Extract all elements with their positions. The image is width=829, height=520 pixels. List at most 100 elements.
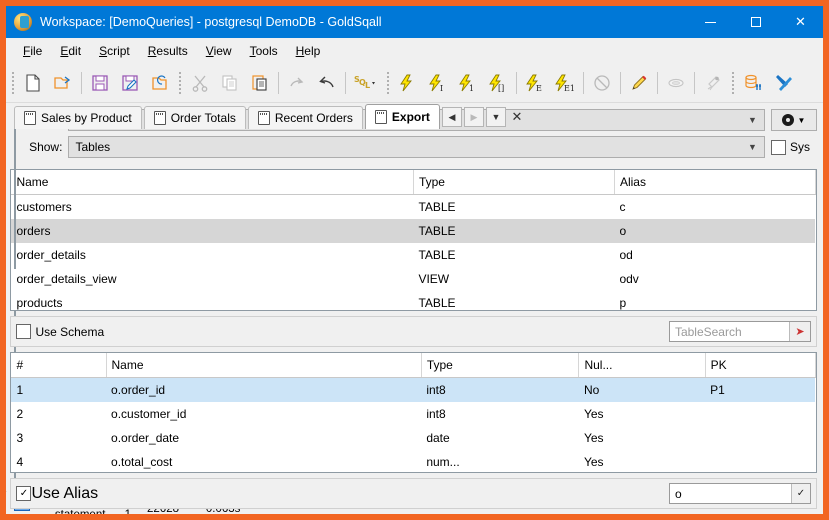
columns-column-number[interactable]: #	[11, 353, 107, 378]
columns-column-type[interactable]: Type	[421, 353, 580, 378]
menu-file[interactable]: File	[14, 41, 51, 61]
sql-format-button[interactable]: SQL	[349, 67, 383, 99]
table-search-input[interactable]: TableSearch ➤	[668, 321, 811, 342]
column-nullable-cell[interactable]: Yes	[579, 426, 705, 450]
stop-button[interactable]	[587, 67, 617, 99]
maximize-button[interactable]	[733, 6, 778, 38]
execute-button[interactable]	[393, 67, 423, 99]
list-item[interactable]: order_details_view VIEW odv	[11, 267, 815, 291]
tab-prev-button[interactable]: ◀	[441, 107, 462, 127]
table-alias-cell[interactable]: o	[614, 219, 816, 243]
columns-column-name[interactable]: Name	[106, 353, 422, 378]
menu-edit[interactable]: Edit	[51, 41, 90, 61]
column-number-cell[interactable]: 1	[11, 377, 107, 402]
copy-button[interactable]	[215, 67, 245, 99]
menu-script[interactable]: Script	[90, 41, 139, 61]
execute-explain-button[interactable]: E	[520, 67, 550, 99]
column-type-cell[interactable]: int8	[421, 402, 579, 426]
menu-help[interactable]: Help	[287, 41, 330, 61]
menu-results[interactable]: Results	[139, 41, 197, 61]
column-nullable-cell[interactable]: Yes	[579, 450, 705, 472]
column-number-cell[interactable]: 2	[11, 402, 106, 426]
table-name-cell[interactable]: orders	[11, 219, 414, 243]
options-button[interactable]	[768, 67, 798, 99]
redo-button[interactable]	[282, 67, 312, 99]
table-type-cell[interactable]: TABLE	[413, 243, 614, 267]
column-pk-cell[interactable]	[705, 426, 815, 450]
close-button[interactable]: ✕	[778, 6, 823, 38]
table-alias-cell[interactable]: p	[614, 291, 815, 310]
alias-input[interactable]: o ✓	[668, 483, 811, 504]
rollback-button[interactable]	[698, 67, 728, 99]
list-item[interactable]: orders TABLE o	[11, 219, 816, 243]
tables-column-name[interactable]: Name	[11, 170, 414, 195]
columns-list[interactable]: # Name Type Nul... PK 1 o.order_id int8 No P…	[10, 352, 817, 473]
toolbar-grip-3[interactable]	[386, 71, 390, 95]
tab-sales-by-product[interactable]: Sales by Product	[14, 106, 142, 129]
column-name-cell[interactable]: o.order_id	[106, 377, 422, 402]
list-item[interactable]: 1 o.order_id int8 No P1	[11, 377, 816, 402]
execute-one-button[interactable]: 1	[453, 67, 483, 99]
table-type-cell[interactable]: VIEW	[413, 267, 614, 291]
table-type-cell[interactable]: TABLE	[413, 195, 614, 220]
execute-explain-one-button[interactable]: E1	[550, 67, 580, 99]
toolbar-grip[interactable]	[11, 71, 15, 95]
table-alias-cell[interactable]: c	[614, 195, 815, 220]
column-name-cell[interactable]: o.total_cost	[106, 450, 421, 472]
execute-block-button[interactable]: []	[483, 67, 513, 99]
tab-close-button[interactable]: ✕	[508, 108, 526, 126]
column-number-cell[interactable]: 4	[11, 450, 106, 472]
list-item[interactable]: order_details TABLE od	[11, 243, 815, 267]
column-type-cell[interactable]: date	[421, 426, 579, 450]
save-as-button[interactable]	[115, 67, 145, 99]
column-type-cell[interactable]: int8	[421, 377, 579, 402]
list-item[interactable]: 3 o.order_date date Yes	[11, 426, 815, 450]
tab-next-button[interactable]: ▶	[463, 107, 484, 127]
column-nullable-cell[interactable]: No	[578, 377, 706, 402]
columns-column-nullable[interactable]: Nul...	[578, 353, 706, 378]
execute-into-button[interactable]: I	[423, 67, 453, 99]
table-name-cell[interactable]: customers	[11, 195, 413, 220]
list-item[interactable]: products TABLE p	[11, 291, 815, 310]
save-button[interactable]	[85, 67, 115, 99]
alias-dropdown-icon[interactable]: ✓	[790, 484, 810, 503]
menu-view[interactable]: View	[197, 41, 241, 61]
tab-recent-orders[interactable]: Recent Orders	[247, 106, 363, 129]
table-alias-cell[interactable]: od	[614, 243, 815, 267]
tab-export[interactable]: Export	[364, 104, 440, 129]
cut-button[interactable]	[185, 67, 215, 99]
sys-checkbox[interactable]	[770, 139, 786, 155]
list-item[interactable]: 2 o.customer_id int8 Yes	[11, 402, 815, 426]
use-schema-checkbox[interactable]	[16, 324, 32, 339]
table-type-cell[interactable]: TABLE	[413, 219, 615, 243]
table-alias-cell[interactable]: odv	[614, 267, 815, 291]
undo-button[interactable]	[312, 67, 342, 99]
table-name-cell[interactable]: order_details_view	[11, 267, 413, 291]
table-name-cell[interactable]: order_details	[11, 243, 413, 267]
column-pk-cell[interactable]: P1	[705, 377, 816, 402]
table-name-cell[interactable]: products	[11, 291, 413, 310]
sql-editor[interactable]: 1 2 3 4 5 6 7 8 column total_cost format…	[14, 129, 16, 269]
tab-order-totals[interactable]: Order Totals	[143, 106, 246, 129]
column-name-cell[interactable]: o.order_date	[106, 426, 421, 450]
list-item[interactable]: 4 o.total_cost num... Yes	[11, 450, 815, 472]
sys-checkbox-group[interactable]: Sys	[770, 139, 817, 155]
open-file-button[interactable]	[48, 67, 78, 99]
minimize-button[interactable]	[688, 6, 733, 38]
database-tools-button[interactable]	[738, 67, 768, 99]
tables-list[interactable]: Name Type Alias customers TABLE c orders TAB…	[10, 169, 817, 311]
menu-tools[interactable]: Tools	[241, 41, 287, 61]
commit-button[interactable]	[661, 67, 691, 99]
new-file-button[interactable]	[18, 67, 48, 99]
column-name-cell[interactable]: o.customer_id	[106, 402, 421, 426]
column-pk-cell[interactable]	[705, 450, 815, 472]
column-nullable-cell[interactable]: Yes	[579, 402, 705, 426]
paste-button[interactable]	[245, 67, 275, 99]
toolbar-grip-2[interactable]	[178, 71, 182, 95]
tables-column-type[interactable]: Type	[413, 170, 615, 195]
column-number-cell[interactable]: 3	[11, 426, 106, 450]
column-type-cell[interactable]: num...	[421, 450, 579, 472]
tab-list-button[interactable]: ▼	[485, 107, 506, 127]
column-pk-cell[interactable]	[705, 402, 815, 426]
toolbar-grip-4[interactable]	[731, 71, 735, 95]
